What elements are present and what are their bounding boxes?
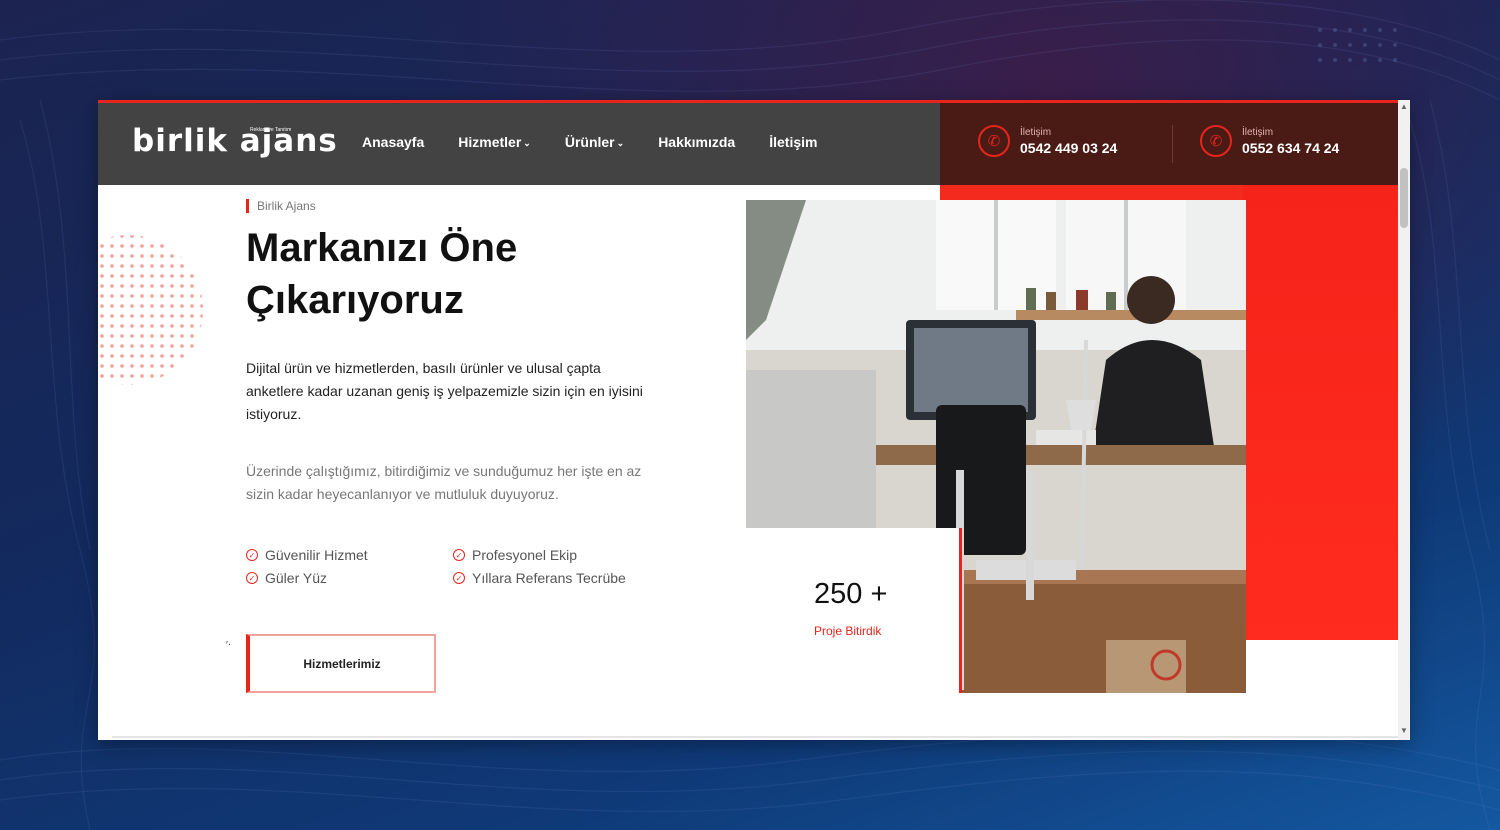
vertical-scrollbar[interactable]: ▲ ▼ (1398, 100, 1410, 740)
hero-paragraph-1: Dijital ürün ve hizmetlerden, basılı ürü… (246, 360, 643, 422)
nav-label: İletişim (769, 134, 818, 150)
phone-icon: ✆ (978, 125, 1010, 157)
nav-label: Anasayfa (362, 134, 425, 150)
nav-label: Ürünler (564, 134, 615, 150)
nav-label: Hakkımızda (658, 134, 736, 150)
hero-headline: Markanızı Öne Çıkarıyoruz (246, 226, 518, 322)
check-circle-icon: ✓ (246, 572, 258, 584)
services-button[interactable]: Hizmetlerimiz (246, 634, 436, 693)
navbar: birlik ajans Reklam ve Tanıtım Anasayfa … (98, 103, 940, 185)
contact-label: İletişim (1020, 126, 1052, 138)
check-circle-icon: ✓ (453, 572, 465, 584)
feature-item: ✓ Güler Yüz (246, 570, 327, 586)
contact-number: 0542 449 03 24 (1020, 139, 1118, 156)
logo-text: birlik ajans (132, 123, 338, 159)
stats-card: 250 + Proje Bitirdik (746, 528, 959, 693)
stat-label: Proje Bitirdik (814, 624, 882, 638)
contact-bar: ✆ İletişim 0542 449 03 24 ✆ İletişim 055… (940, 103, 1398, 185)
nav-item-hizmetler[interactable]: Hizmetler ⌄ (458, 134, 531, 150)
feature-item: ✓ Profesyonel Ekip (453, 547, 577, 563)
scroll-up-icon[interactable]: ▲ (1400, 102, 1408, 111)
check-circle-icon: ✓ (453, 549, 465, 561)
check-circle-icon: ✓ (246, 549, 258, 561)
feature-item: ✓ Güvenilir Hizmet (246, 547, 368, 563)
nav-item-hakkimizda[interactable]: Hakkımızda (658, 134, 735, 150)
contact-phone-1[interactable]: ✆ İletişim 0542 449 03 24 (978, 125, 1117, 157)
logo-tagline: Reklam ve Tanıtım (250, 127, 292, 133)
nav-item-urunler[interactable]: Ürünler ⌄ (565, 134, 624, 150)
main-menu: Anasayfa Hizmetler ⌄ Ürünler ⌄ Hakkımızda … (362, 134, 817, 150)
stats-accent-line (959, 528, 962, 693)
section-eyebrow: Birlik Ajans (246, 199, 316, 213)
red-accent-panel (1243, 185, 1398, 640)
stat-number: 250 + (814, 578, 888, 610)
divider (112, 736, 1398, 738)
contact-divider (1172, 125, 1173, 163)
dot-pattern-decoration (100, 235, 203, 385)
feature-label: Profesyonel Ekip (472, 547, 578, 563)
hero-paragraph-2: Üzerinde çalıştığımız, bitirdiğimiz ve s… (246, 463, 642, 502)
chevron-down-icon: ⌄ (616, 138, 625, 148)
browser-viewport: birlik ajans Reklam ve Tanıtım Anasayfa … (98, 100, 1410, 740)
scroll-down-icon[interactable]: ▼ (1400, 726, 1408, 735)
contact-label: İletişim (1242, 126, 1274, 138)
nav-item-anasayfa[interactable]: Anasayfa (362, 134, 424, 150)
phone-icon: ✆ (1200, 125, 1232, 157)
nav-label: Hizmetler (458, 134, 522, 150)
feature-label: Yıllara Referans Tecrübe (472, 570, 626, 586)
feature-label: Güler Yüz (265, 570, 327, 586)
feature-item: ✓ Yıllara Referans Tecrübe (453, 570, 626, 586)
mouse-cursor: ′‧ (226, 640, 232, 651)
nav-item-iletisim[interactable]: İletişim (769, 134, 817, 150)
contact-number: 0552 634 74 24 (1242, 139, 1340, 156)
chevron-down-icon: ⌄ (523, 138, 531, 148)
contact-phone-2[interactable]: ✆ İletişim 0552 634 74 24 (1200, 125, 1339, 157)
scroll-thumb[interactable] (1400, 168, 1408, 228)
feature-label: Güvenilir Hizmet (265, 547, 368, 563)
